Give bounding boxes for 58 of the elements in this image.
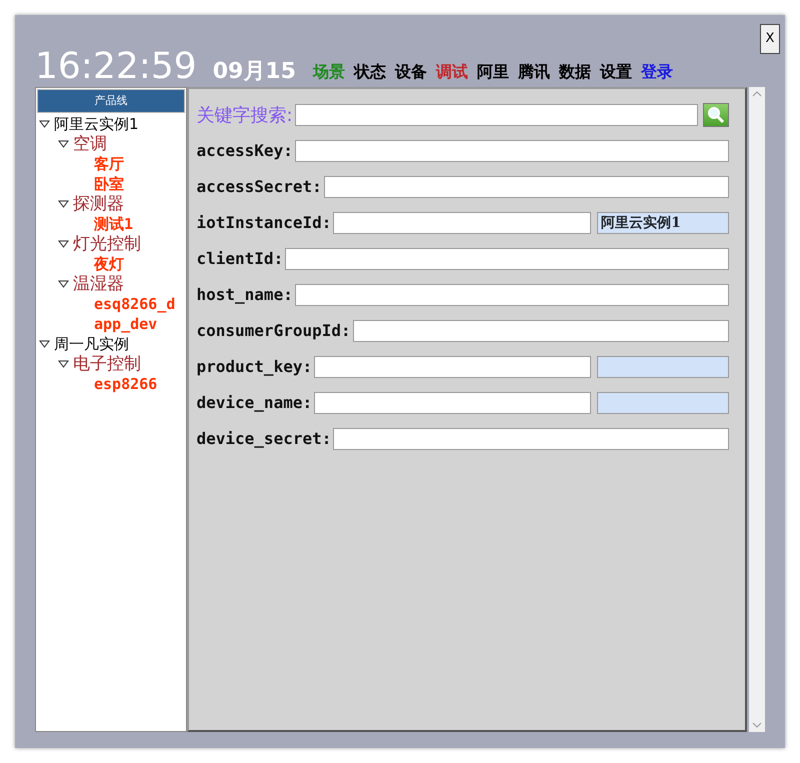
close-button[interactable]: X (760, 24, 780, 54)
field-label: consumerGroupId: (196, 320, 351, 342)
input-field[interactable] (285, 248, 730, 270)
tree-item[interactable]: 阿里云实例1 (54, 114, 139, 134)
field-label: host_name: (196, 284, 293, 306)
search-button[interactable] (703, 103, 730, 127)
expand-icon[interactable] (58, 240, 69, 248)
tree-item[interactable]: esp8266 (94, 374, 158, 394)
tree-item[interactable]: 温湿器 (73, 274, 124, 294)
field-label: clientId: (196, 248, 284, 270)
search-label: 关键字搜索: (196, 104, 293, 128)
nav-link[interactable]: 设备 (394, 61, 427, 87)
field-label: device_name: (196, 392, 312, 414)
field-label: product_key: (196, 356, 312, 378)
expand-icon[interactable] (39, 340, 50, 348)
search-icon (707, 106, 726, 124)
tree-item[interactable]: 周一凡实例 (54, 334, 129, 354)
input-field[interactable] (294, 140, 730, 162)
input-field[interactable] (352, 320, 730, 342)
expand-icon[interactable] (58, 280, 69, 288)
tree-item[interactable]: 夜灯 (94, 254, 124, 274)
input-field[interactable] (314, 356, 592, 378)
nav-link[interactable]: 数据 (558, 61, 591, 87)
nav-link[interactable]: 设置 (600, 61, 632, 87)
input-field[interactable] (333, 428, 730, 450)
tree-item[interactable]: 测试1 (94, 214, 134, 234)
expand-icon[interactable] (58, 140, 69, 148)
input-field[interactable] (294, 284, 730, 306)
scroll-down-icon[interactable] (752, 722, 762, 728)
tree-item[interactable]: 客厅 (94, 154, 124, 174)
tree-item[interactable]: app_dev (94, 314, 158, 334)
input-field[interactable] (333, 212, 592, 234)
date-label: 09月15 (212, 58, 296, 86)
field-label: accessSecret: (196, 176, 322, 198)
input-field[interactable] (314, 392, 592, 414)
tree-item[interactable]: 空调 (73, 134, 107, 154)
search-field[interactable] (294, 104, 698, 126)
nav-link[interactable]: 阿里 (476, 61, 509, 87)
readonly-field: 阿里云实例1 (597, 212, 730, 234)
field-label: accessKey: (196, 140, 293, 162)
nav-link[interactable]: 腾讯 (518, 61, 550, 87)
field-label: iotInstanceId: (196, 212, 332, 234)
nav-link[interactable]: 状态 (354, 61, 386, 87)
expand-icon[interactable] (58, 360, 69, 368)
tree-item[interactable]: esq8266_d (94, 294, 176, 314)
expand-icon[interactable] (39, 120, 50, 128)
tree-item[interactable]: 卧室 (94, 174, 124, 194)
nav-link[interactable]: 登录 (640, 61, 673, 87)
clock-time: 16:22:59 (35, 47, 197, 87)
field-label: device_secret: (196, 428, 332, 450)
expand-icon[interactable] (58, 200, 69, 208)
input-field[interactable] (324, 176, 730, 198)
scrollbar[interactable] (749, 87, 765, 732)
tree-header: 产品线 (37, 89, 184, 113)
tree-item[interactable]: 探测器 (73, 194, 124, 214)
tree-item[interactable]: 电子控制 (73, 354, 141, 374)
tree-item[interactable]: 灯光控制 (73, 234, 141, 254)
scroll-up-icon[interactable] (752, 91, 762, 97)
